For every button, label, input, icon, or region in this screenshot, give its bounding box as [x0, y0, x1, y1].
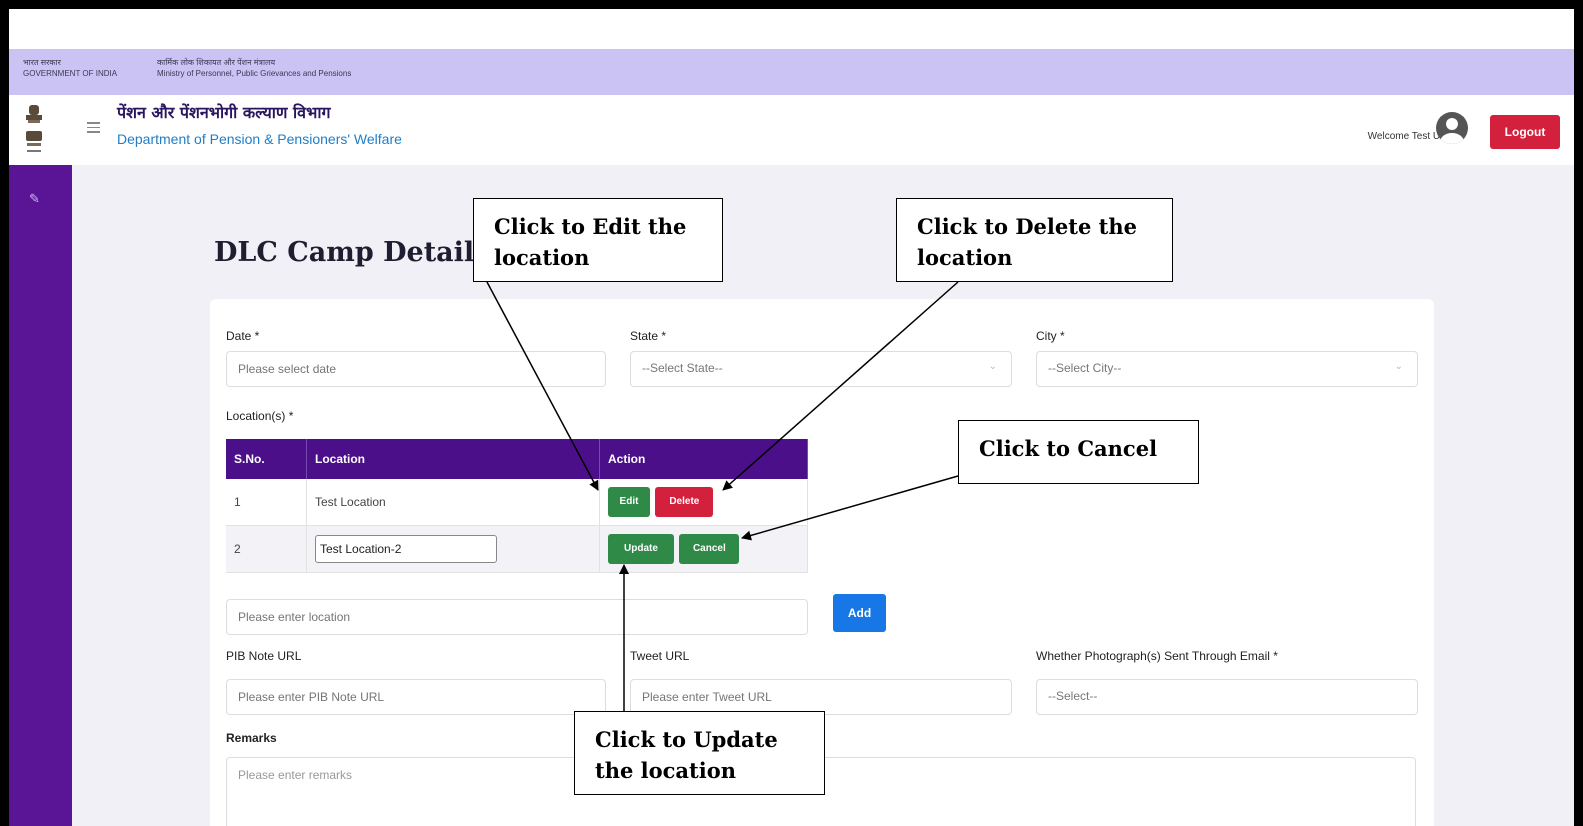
- city-label: City *: [1036, 329, 1065, 343]
- ministry-hindi-text: कार्मिक लोक शिकायत और पेंशन मंत्रालय: [157, 58, 276, 67]
- remarks-label: Remarks: [226, 731, 277, 745]
- state-label: State *: [630, 329, 667, 343]
- delete-callout: Click to Delete the location: [896, 198, 1173, 282]
- cancel-callout: Click to Cancel: [958, 420, 1199, 484]
- dept-hindi-title: पेंशन और पेंशनभोगी कल्याण विभाग: [117, 103, 331, 122]
- add-location-button[interactable]: Add: [833, 594, 886, 632]
- date-label: Date *: [226, 329, 260, 343]
- row-location-cell: [306, 525, 600, 573]
- gov-of-india-text: भारत सरकार GOVERNMENT OF INDIA: [23, 57, 117, 79]
- action-header: Action: [599, 439, 808, 479]
- sidebar: ✎: [9, 165, 72, 826]
- city-select-value: --Select City--: [1048, 361, 1122, 375]
- chevron-down-icon: ⌄: [1394, 361, 1403, 372]
- table-row: 2 Update Cancel: [226, 525, 808, 573]
- table-row: 1 Test Location Edit Delete: [226, 479, 808, 526]
- chevron-down-icon: ⌄: [988, 361, 997, 372]
- edit-icon[interactable]: ✎: [29, 191, 40, 207]
- gov-english-text: GOVERNMENT OF INDIA: [23, 69, 118, 78]
- row-actions: Edit Delete: [599, 479, 808, 526]
- update-callout: Click to Update the location: [574, 711, 825, 795]
- location-edit-input[interactable]: [315, 535, 497, 563]
- app-frame: भारत सरकार GOVERNMENT OF INDIA कार्मिक ल…: [9, 9, 1574, 826]
- gov-hindi-text: भारत सरकार: [23, 58, 61, 67]
- page-title: DLC Camp Detail: [214, 237, 475, 268]
- tweet-url-input[interactable]: [630, 679, 1012, 715]
- national-emblem-icon: [26, 105, 42, 152]
- user-avatar-icon[interactable]: [1436, 112, 1468, 144]
- cancel-button[interactable]: Cancel: [679, 534, 740, 564]
- update-button[interactable]: Update: [608, 534, 674, 564]
- row-location: Test Location: [306, 479, 600, 526]
- dept-title: Department of Pension & Pensioners' Welf…: [117, 131, 402, 147]
- edit-callout: Click to Edit the location: [473, 198, 723, 282]
- tweet-url-label: Tweet URL: [630, 649, 690, 663]
- logout-button[interactable]: Logout: [1490, 115, 1560, 149]
- row-sno: 1: [226, 479, 307, 526]
- locations-table: S.No. Location Action 1 Test Location Ed…: [226, 439, 808, 573]
- photo-email-select-value: --Select--: [1048, 689, 1098, 703]
- locations-label: Location(s) *: [226, 409, 294, 423]
- header: पेंशन और पेंशनभोगी कल्याण विभाग Departme…: [9, 95, 1574, 165]
- government-bar: भारत सरकार GOVERNMENT OF INDIA कार्मिक ल…: [9, 49, 1574, 95]
- photo-email-select[interactable]: --Select--: [1036, 679, 1418, 715]
- pib-url-input[interactable]: [226, 679, 606, 715]
- ministry-english-text: Ministry of Personnel, Public Grievances…: [157, 69, 352, 78]
- city-select[interactable]: --Select City-- ⌄: [1036, 351, 1418, 387]
- menu-toggle-icon[interactable]: [87, 119, 100, 136]
- state-select-value: --Select State--: [642, 361, 723, 375]
- row-sno: 2: [226, 525, 307, 573]
- row-actions: Update Cancel: [599, 525, 808, 573]
- location-header: Location: [306, 439, 600, 479]
- photo-email-label: Whether Photograph(s) Sent Through Email…: [1036, 649, 1278, 663]
- edit-button[interactable]: Edit: [608, 487, 650, 517]
- state-select[interactable]: --Select State-- ⌄: [630, 351, 1012, 387]
- sno-header: S.No.: [226, 439, 307, 479]
- pib-url-label: PIB Note URL: [226, 649, 302, 663]
- table-header-row: S.No. Location Action: [226, 439, 808, 479]
- ministry-text: कार्मिक लोक शिकायत और पेंशन मंत्रालय Min…: [157, 57, 351, 79]
- location-input[interactable]: [226, 599, 808, 635]
- date-input[interactable]: [226, 351, 606, 387]
- delete-button[interactable]: Delete: [655, 487, 714, 517]
